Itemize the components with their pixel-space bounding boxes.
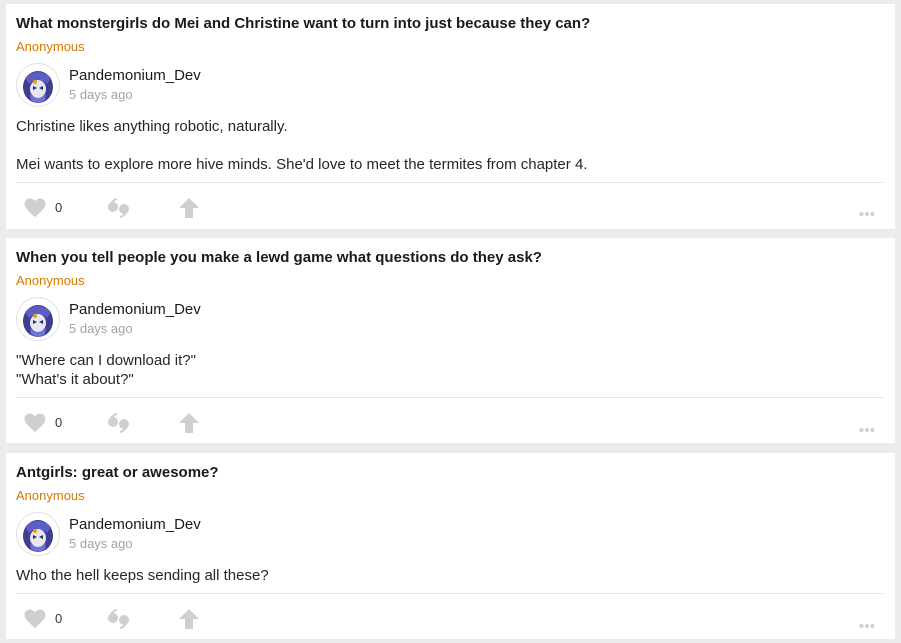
reply-button[interactable] <box>107 609 131 634</box>
divider <box>16 397 885 398</box>
post-time: 5 days ago <box>69 87 133 102</box>
like-count: 0 <box>55 415 63 430</box>
heart-icon <box>24 609 46 629</box>
asker-name[interactable]: Anonymous <box>16 273 85 288</box>
share-button[interactable] <box>178 197 200 224</box>
question-text[interactable]: Antgirls: great or awesome? <box>16 464 219 481</box>
avatar[interactable] <box>16 512 60 556</box>
like-button[interactable] <box>24 413 46 438</box>
post-time: 5 days ago <box>69 321 133 336</box>
like-count: 0 <box>55 200 63 215</box>
answer-body: Who the hell keeps sending all these? <box>16 566 883 585</box>
quote-icon <box>108 198 129 218</box>
more-dots-icon <box>859 428 875 432</box>
quote-icon <box>108 609 129 629</box>
answer-paragraph: "What's it about?" <box>16 371 134 388</box>
divider <box>16 182 885 183</box>
like-button[interactable] <box>24 609 46 634</box>
share-button[interactable] <box>178 608 200 635</box>
answer-body: "Where can I download it?" "What's it ab… <box>16 351 883 389</box>
avatar-image <box>17 513 59 555</box>
author-name[interactable]: Pandemonium_Dev <box>69 516 201 533</box>
answer-paragraph: Christine likes anything robotic, natura… <box>16 118 288 135</box>
avatar[interactable] <box>16 63 60 107</box>
asker-name[interactable]: Anonymous <box>16 488 85 503</box>
avatar[interactable] <box>16 297 60 341</box>
answer-card: When you tell people you make a lewd gam… <box>6 238 895 443</box>
quote-icon <box>108 413 129 433</box>
share-button[interactable] <box>178 412 200 439</box>
answer-card: What monstergirls do Mei and Christine w… <box>6 4 895 229</box>
like-button[interactable] <box>24 198 46 223</box>
avatar-image <box>17 64 59 106</box>
arrow-up-icon <box>179 198 199 218</box>
arrow-up-icon <box>179 609 199 629</box>
author-name[interactable]: Pandemonium_Dev <box>69 67 201 84</box>
answer-body: Christine likes anything robotic, natura… <box>16 117 883 174</box>
heart-icon <box>24 413 46 433</box>
question-text[interactable]: What monstergirls do Mei and Christine w… <box>16 15 590 32</box>
more-options-button[interactable] <box>859 204 875 222</box>
more-dots-icon <box>859 212 875 216</box>
divider <box>16 593 885 594</box>
heart-icon <box>24 198 46 218</box>
answer-paragraph: "Where can I download it?" <box>16 352 196 369</box>
reply-button[interactable] <box>107 413 131 438</box>
author-name[interactable]: Pandemonium_Dev <box>69 301 201 318</box>
arrow-up-icon <box>179 413 199 433</box>
answer-paragraph: Who the hell keeps sending all these? <box>16 567 269 584</box>
avatar-image <box>17 298 59 340</box>
more-options-button[interactable] <box>859 616 875 634</box>
post-time: 5 days ago <box>69 536 133 551</box>
answer-card: Antgirls: great or awesome? Anonymous Pa… <box>6 453 895 639</box>
answer-paragraph: Mei wants to explore more hive minds. Sh… <box>16 156 588 173</box>
more-options-button[interactable] <box>859 420 875 438</box>
more-dots-icon <box>859 624 875 628</box>
question-text[interactable]: When you tell people you make a lewd gam… <box>16 249 542 266</box>
asker-name[interactable]: Anonymous <box>16 39 85 54</box>
like-count: 0 <box>55 611 63 626</box>
reply-button[interactable] <box>107 198 131 223</box>
